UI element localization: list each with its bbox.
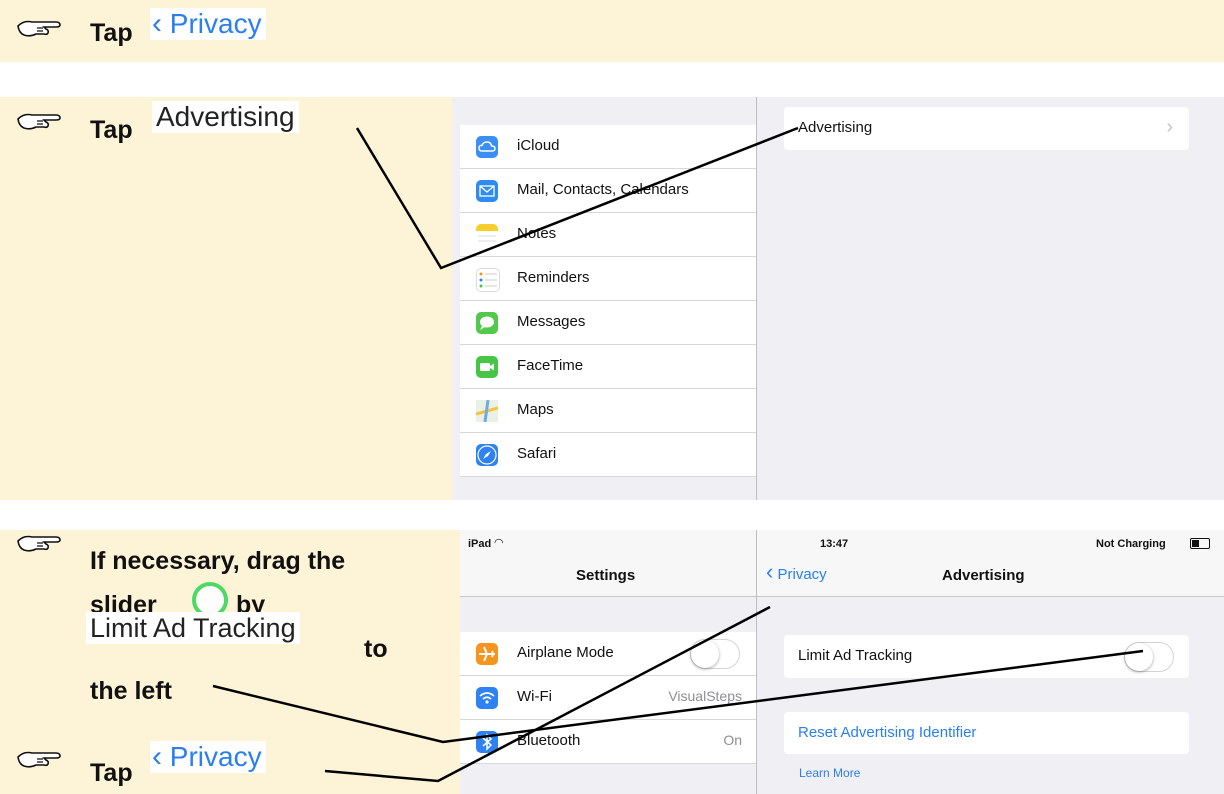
settings-row-facetime[interactable]: FaceTime bbox=[460, 345, 756, 389]
reminders-icon bbox=[476, 268, 500, 292]
advertising-row[interactable]: Advertising › bbox=[784, 107, 1189, 150]
settings-row-label: Maps bbox=[517, 401, 554, 418]
toggle-knob bbox=[691, 640, 719, 668]
safari-icon bbox=[476, 444, 498, 466]
back-label: Privacy bbox=[777, 566, 827, 583]
settings-row-label: Safari bbox=[517, 445, 557, 462]
airplane-mode-toggle[interactable] bbox=[690, 639, 740, 669]
settings-row-label: Wi-Fi bbox=[517, 688, 552, 705]
settings-row-label: Mail, Contacts, Calendars bbox=[517, 181, 689, 198]
step3-to-label: to bbox=[364, 635, 388, 663]
settings-row-value: VisualSteps bbox=[668, 688, 742, 704]
privacy-label: Privacy bbox=[169, 8, 262, 39]
settings-row-mail-contacts-calendars[interactable]: Mail, Contacts, Calendars bbox=[460, 169, 756, 213]
limit-ad-tracking-toggle[interactable] bbox=[1124, 642, 1174, 672]
step2-tap-label: Tap bbox=[90, 116, 133, 144]
privacy-label: Privacy bbox=[169, 741, 262, 772]
settings-row-label: Reminders bbox=[517, 269, 590, 286]
settings-row-label: Messages bbox=[517, 313, 586, 330]
settings-row-label: Notes bbox=[517, 225, 557, 242]
settings-row-label: Airplane Mode bbox=[517, 644, 614, 661]
mail-icon bbox=[476, 180, 498, 202]
status-time: 13:47 bbox=[820, 538, 849, 550]
reset-advertising-label: Reset Advertising Identifier bbox=[798, 724, 977, 741]
bluetooth-icon bbox=[476, 731, 498, 753]
maps-icon bbox=[475, 399, 499, 423]
limit-ad-tracking-label: Limit Ad Tracking bbox=[798, 647, 913, 664]
step3-line1: If necessary, drag the bbox=[90, 547, 346, 575]
pointing-hand-icon bbox=[17, 113, 61, 130]
settings-row-safari[interactable]: Safari bbox=[460, 433, 756, 477]
airplane-icon bbox=[476, 643, 498, 665]
settings-row-reminders[interactable]: Reminders bbox=[460, 257, 756, 301]
back-privacy-button[interactable]: ‹ Privacy bbox=[766, 559, 827, 584]
status-battery: Not Charging bbox=[1096, 538, 1166, 550]
step1-back-chip: ‹ Privacy bbox=[150, 8, 266, 40]
detail-title: Advertising bbox=[942, 567, 1025, 584]
split-divider bbox=[756, 530, 757, 794]
limit-ad-tracking-row: Limit Ad Tracking bbox=[784, 635, 1189, 678]
toggle-knob bbox=[1125, 643, 1153, 671]
cloud-icon bbox=[476, 136, 498, 158]
split-divider bbox=[756, 97, 757, 500]
chevron-right-icon: › bbox=[1166, 116, 1173, 138]
settings-row-icloud[interactable]: iCloud bbox=[460, 125, 756, 169]
screen-1: iCloud Mail, Contacts, Calendars Notes Remi… bbox=[452, 97, 1224, 500]
step4-tap-label: Tap bbox=[90, 759, 133, 787]
learn-more-link[interactable]: Learn More bbox=[799, 766, 860, 780]
settings-row-label: FaceTime bbox=[517, 357, 584, 374]
step3-line4: the left bbox=[90, 677, 172, 705]
reset-advertising-row[interactable]: Reset Advertising Identifier bbox=[784, 712, 1189, 754]
screen-2: iPad ◠ 13:47 Not Charging Settings ‹ Pri… bbox=[460, 530, 1224, 794]
step1-tap-label: Tap bbox=[90, 19, 133, 47]
status-device: iPad bbox=[468, 538, 492, 550]
pointing-hand-icon bbox=[17, 20, 61, 37]
settings-row-bluetooth[interactable]: Bluetooth On bbox=[460, 720, 756, 764]
settings-row-value: On bbox=[723, 732, 742, 748]
step2-advertising-chip: Advertising bbox=[152, 101, 299, 133]
advertising-row-label: Advertising bbox=[798, 119, 873, 136]
settings-row-maps[interactable]: Maps bbox=[460, 389, 756, 433]
wifi-icon: ◠ bbox=[494, 537, 504, 549]
step4-back-chip: ‹ Privacy bbox=[150, 741, 266, 773]
step3-limit-chip: Limit Ad Tracking bbox=[86, 612, 300, 644]
pointing-hand-icon bbox=[17, 535, 61, 552]
settings-row-wi-fi[interactable]: Wi-Fi VisualSteps bbox=[460, 676, 756, 720]
pointing-hand-icon bbox=[17, 751, 61, 768]
wifi-icon bbox=[476, 687, 498, 709]
settings-row-label: Bluetooth bbox=[517, 732, 581, 749]
settings-row-messages[interactable]: Messages bbox=[460, 301, 756, 345]
notes-icon bbox=[476, 224, 498, 246]
settings-row-label: iCloud bbox=[517, 137, 560, 154]
chevron-left-icon: ‹ bbox=[766, 559, 774, 584]
messages-icon bbox=[476, 312, 498, 334]
battery-icon bbox=[1190, 538, 1210, 549]
settings-row-notes[interactable]: Notes bbox=[460, 213, 756, 257]
chevron-left-icon: ‹ bbox=[152, 740, 162, 773]
facetime-icon bbox=[476, 356, 498, 378]
settings-row-airplane-mode[interactable]: Airplane Mode bbox=[460, 632, 756, 676]
master-title: Settings bbox=[576, 567, 636, 584]
chevron-left-icon: ‹ bbox=[152, 7, 162, 40]
